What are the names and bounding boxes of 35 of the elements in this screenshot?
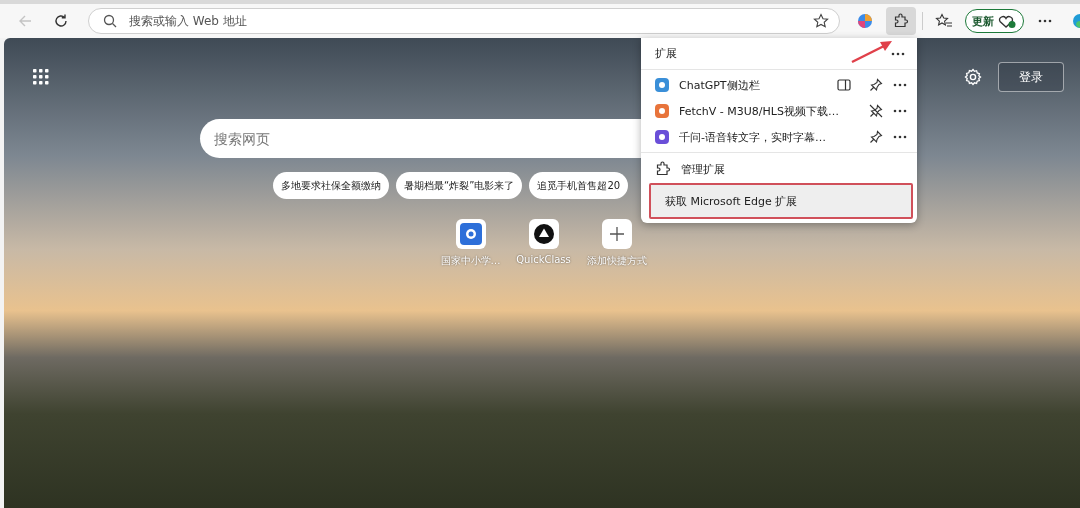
extension-name: ChatGPT侧边栏 <box>679 77 761 93</box>
update-button[interactable]: 更新 <box>965 9 1024 33</box>
extension-name: 千问-语音转文字，实时字幕… <box>679 129 827 145</box>
address-bar[interactable]: 搜索或输入 Web 地址 <box>88 8 840 34</box>
more-icon[interactable] <box>893 135 907 139</box>
puzzle-icon <box>655 161 671 177</box>
search-icon <box>103 14 117 28</box>
more-icon[interactable] <box>893 109 907 113</box>
extensions-button[interactable] <box>886 7 916 35</box>
trending-search-chip[interactable]: 多地要求社保全额缴纳 <box>273 172 389 199</box>
extension-name: FetchV - M3U8/HLS视频下载… <box>679 103 840 119</box>
menu-item-label: 管理扩展 <box>681 161 725 177</box>
trending-search-chip[interactable]: 暑期档最“炸裂”电影来了 <box>396 172 523 199</box>
unpin-icon[interactable] <box>869 104 883 118</box>
pin-icon[interactable] <box>869 130 883 144</box>
get-extensions-item[interactable]: 获取 Microsoft Edge 扩展 <box>649 183 913 219</box>
extension-item[interactable]: ChatGPT侧边栏 <box>641 72 917 98</box>
login-button[interactable]: 登录 <box>998 62 1064 92</box>
star-list-icon <box>935 13 953 29</box>
app-grid-icon[interactable] <box>33 69 49 85</box>
settings-icon[interactable] <box>964 68 982 86</box>
puzzle-icon <box>893 13 909 29</box>
address-field[interactable]: 搜索或输入 Web 地址 <box>127 13 803 29</box>
heart-icon <box>997 13 1017 29</box>
refresh-icon <box>53 13 69 29</box>
star-icon[interactable] <box>813 13 829 29</box>
annotation-arrow <box>850 40 894 64</box>
menu-title: 扩展 <box>655 46 677 61</box>
pin-icon[interactable] <box>869 78 883 92</box>
back-arrow-icon <box>17 13 33 29</box>
plus-icon[interactable] <box>601 219 632 249</box>
more-icon[interactable] <box>893 83 907 87</box>
more-icon[interactable] <box>891 51 905 56</box>
trending-search-chip[interactable]: 追觅手机首售超20 <box>529 172 629 199</box>
sidebar-icon[interactable] <box>837 78 851 92</box>
